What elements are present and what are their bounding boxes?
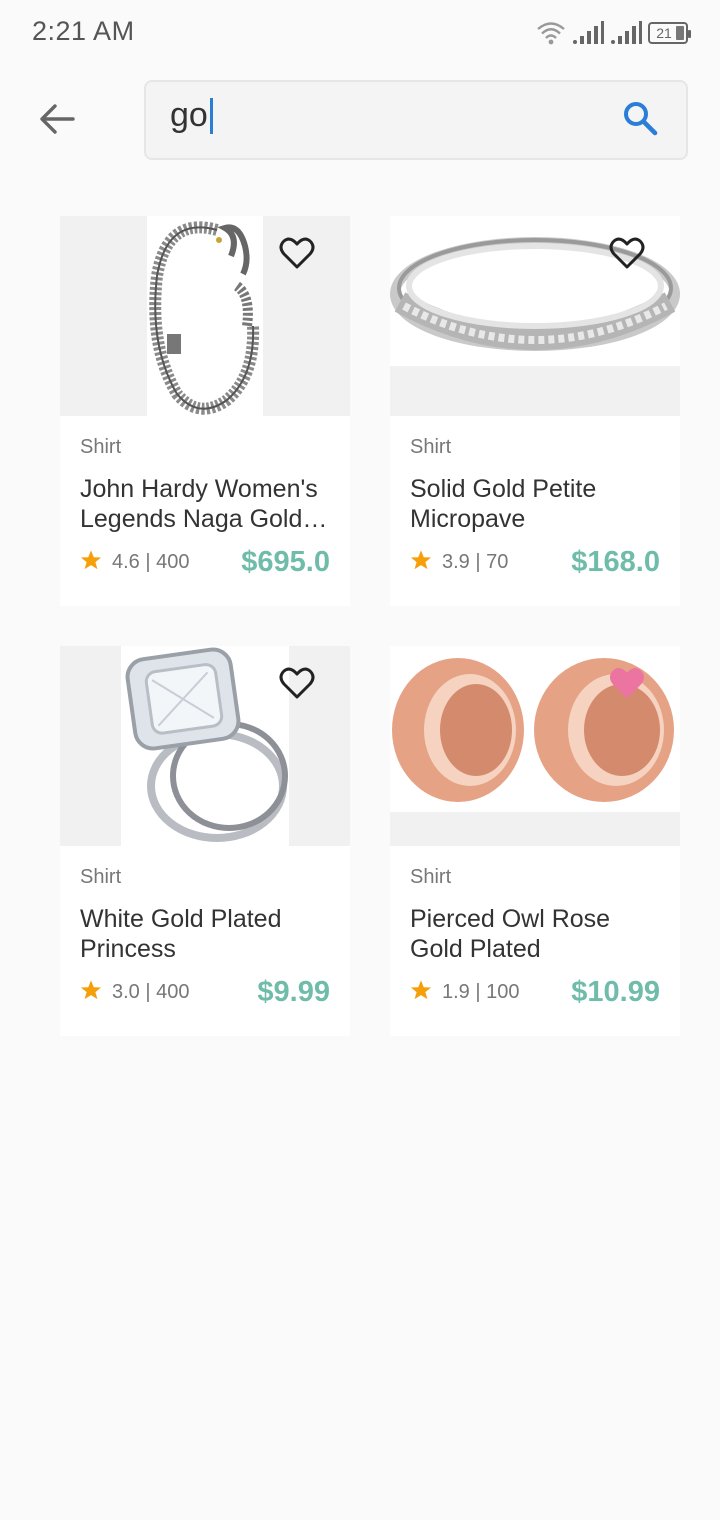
product-price: $695.0 [241,546,330,578]
search-input-value: go [170,96,208,134]
product-title: Solid Gold Petite Micropave [410,475,597,533]
status-icons: 21 [536,18,691,48]
product-card[interactable]: Shirt John Hardy Women's Legends Naga Go… [60,216,350,606]
rating-text: 3.0 | 400 [112,981,190,1003]
product-image [60,216,350,416]
star-icon [80,549,112,577]
product-card[interactable]: Shirt White Gold Plated Princess 3.0 | 4… [60,646,350,1036]
signal-icon [572,21,604,45]
product-title: White Gold Plated Princess [80,905,282,963]
bracelet-image [147,216,263,416]
product-rating: 4.6 | 400 [80,549,189,577]
back-button[interactable] [30,94,84,148]
favorite-button[interactable] [278,236,316,274]
heart-outline-icon [609,237,645,274]
search-input[interactable]: go [170,96,213,135]
product-category: Shirt [80,436,122,458]
favorite-button[interactable] [278,666,316,704]
search-box[interactable]: go [144,80,688,160]
product-category: Shirt [80,866,122,888]
heart-filled-icon [609,667,645,704]
product-price: $10.99 [571,976,660,1008]
search-icon [622,100,658,141]
product-grid: Shirt John Hardy Women's Legends Naga Go… [60,216,680,1036]
star-icon [80,979,112,1007]
rating-text: 3.9 | 70 [442,551,509,573]
product-category: Shirt [410,436,452,458]
signal-icon [610,21,642,45]
heart-outline-icon [279,667,315,704]
product-rating: 1.9 | 100 [410,979,519,1007]
product-card[interactable]: Shirt Pierced Owl Rose Gold Plated Stain… [390,646,680,1036]
star-icon [410,549,442,577]
arrow-back-icon [39,103,75,140]
product-category: Shirt [410,866,452,888]
product-price: $168.0 [571,546,660,578]
product-price: $9.99 [257,976,330,1008]
product-image [390,216,680,416]
favorite-button[interactable] [608,236,646,274]
product-card[interactable]: Shirt Solid Gold Petite Micropave 3.9 | … [390,216,680,606]
product-title: Pierced Owl Rose Gold Plated Stainles… [410,905,611,963]
product-image [60,646,350,846]
battery-icon: 21 [648,22,691,44]
star-icon [410,979,442,1007]
wifi-icon [536,20,566,46]
product-rating: 3.0 | 400 [80,979,189,1007]
product-title: John Hardy Women's Legends Naga Gold… [80,475,328,533]
rating-text: 1.9 | 100 [442,981,520,1003]
favorite-button[interactable] [608,666,646,704]
search-button[interactable] [618,98,662,142]
rating-text: 4.6 | 400 [112,551,190,573]
text-caret [209,97,213,134]
product-image [390,646,680,846]
status-time: 2:21 AM [32,16,135,46]
status-bar: 2:21 AM 21 [0,0,720,64]
battery-level: 21 [656,25,672,41]
heart-outline-icon [279,237,315,274]
engagement-ring-image [121,646,289,846]
product-rating: 3.9 | 70 [410,549,508,577]
